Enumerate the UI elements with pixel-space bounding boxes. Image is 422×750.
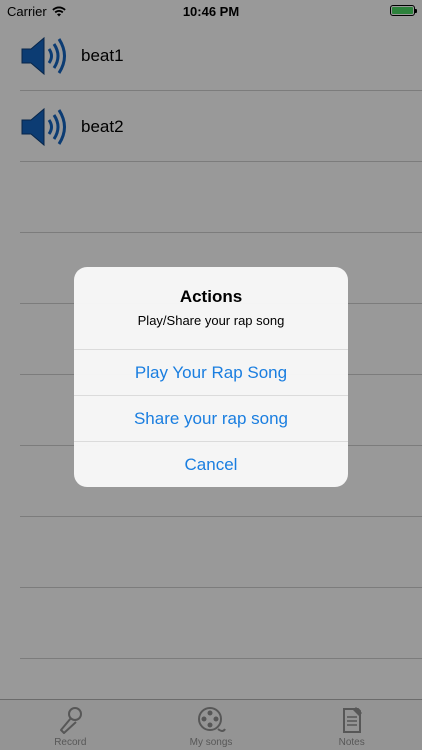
alert-message: Play/Share your rap song xyxy=(137,313,285,328)
alert-title: Actions xyxy=(179,287,243,306)
alert-header: Actions Play/Share your rap song xyxy=(74,267,348,349)
cancel-button[interactable]: Cancel xyxy=(74,441,348,487)
screen: Carrier 10:46 PM beat1 beat2 Record My s… xyxy=(0,0,422,750)
share-song-button[interactable]: Share your rap song xyxy=(74,395,348,441)
play-song-button[interactable]: Play Your Rap Song xyxy=(74,349,348,395)
actions-alert: Actions Play/Share your rap song Play Yo… xyxy=(74,267,348,487)
